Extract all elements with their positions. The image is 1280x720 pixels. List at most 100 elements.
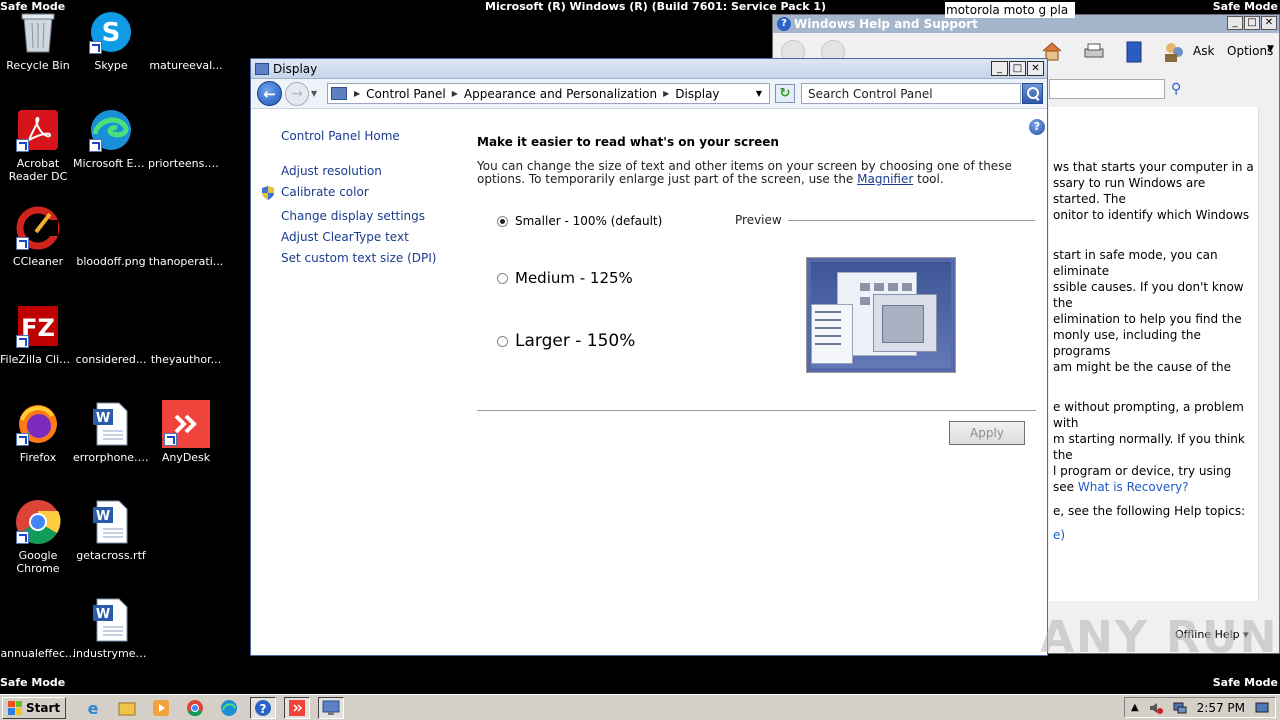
magnifier-link[interactable]: Magnifier [857, 172, 913, 186]
display-window-title: Display [273, 61, 318, 76]
help-icon[interactable]: ? [1029, 119, 1045, 135]
clock[interactable]: 2:57 PM [1197, 701, 1245, 715]
address-dropdown-icon[interactable]: ▼ [756, 89, 762, 98]
radio-button-selected[interactable] [497, 215, 508, 227]
search-icon[interactable]: ⚲ [1171, 81, 1181, 97]
breadcrumb-control-panel[interactable]: Control Panel [366, 87, 446, 101]
desktop-icon-acrobat[interactable]: Acrobat Reader DC [0, 106, 76, 183]
breadcrumb-chevron-icon[interactable]: ▶ [452, 89, 458, 98]
maximize-button[interactable]: □ [1244, 16, 1260, 30]
radio-medium[interactable]: Medium - 125% [497, 269, 633, 287]
desktop-icon-edge[interactable]: Microsoft Edge [73, 106, 149, 170]
close-button[interactable]: ✕ [1027, 61, 1044, 76]
printer-icon[interactable] [1083, 43, 1105, 61]
help-text-line: l program or device, try using [1053, 464, 1232, 478]
minimize-button[interactable]: _ [991, 61, 1008, 76]
help-text-line: ssary to run Windows are started. The [1053, 176, 1206, 206]
anydesk-icon [162, 400, 210, 448]
desktop-icon-anydesk[interactable]: AnyDesk [148, 400, 224, 464]
chrome-taskbar-icon[interactable] [182, 697, 208, 719]
display-taskbar-icon[interactable] [318, 696, 345, 719]
ie-taskbar-icon[interactable]: e [80, 697, 106, 719]
chevron-down-icon[interactable]: ▼ [1267, 44, 1274, 54]
media-player-taskbar-icon[interactable] [148, 697, 174, 719]
search-input[interactable]: Search Control Panel [801, 83, 1021, 104]
refresh-icon[interactable]: ↻ [775, 84, 795, 103]
maximize-button[interactable]: □ [1009, 61, 1026, 76]
desktop-icon-skype[interactable]: S Skype [73, 8, 149, 72]
blank-file-icon [87, 302, 135, 350]
help-search-input[interactable] [1049, 79, 1165, 99]
help-text-line: am might be the cause of the [1053, 360, 1232, 374]
calibrate-color-link[interactable]: Calibrate color [262, 185, 369, 200]
tray-expand-icon[interactable]: ▲ [1131, 702, 1139, 713]
start-button[interactable]: Start [2, 696, 67, 719]
radio-larger[interactable]: Larger - 150% [497, 331, 635, 351]
adjust-cleartype-link[interactable]: Adjust ClearType text [281, 230, 409, 244]
desktop-icon-thanoperati[interactable]: thanoperati... [148, 204, 224, 268]
desktop-icon-priorteens[interactable]: priorteens.png [148, 106, 224, 170]
desktop-icon-getacross[interactable]: W getacross.rtf [73, 498, 149, 562]
desktop-icon-considered[interactable]: considered... [73, 302, 149, 366]
edge-taskbar-icon[interactable] [216, 697, 242, 719]
ask-label[interactable]: Ask [1193, 44, 1214, 58]
radio-button[interactable] [497, 272, 508, 284]
desktop-icon-chrome[interactable]: Google Chrome [0, 498, 76, 575]
minimize-button[interactable]: _ [1227, 16, 1243, 30]
help-taskbar-icon[interactable]: ? [250, 696, 277, 719]
breadcrumb-chevron-icon[interactable]: ▶ [663, 89, 669, 98]
breadcrumb-appearance[interactable]: Appearance and Personalization [464, 87, 657, 101]
desktop-icon-annualeffec[interactable]: annualeffec... [0, 596, 76, 660]
display-window[interactable]: Display _ □ ✕ ← → ▼ ▶ Control Panel ▶ Ap… [250, 58, 1048, 656]
help-window-controls: _ □ ✕ [1227, 16, 1277, 30]
desktop-icon-bloodoff[interactable]: bloodoff.png [73, 204, 149, 268]
change-display-settings-link[interactable]: Change display settings [281, 209, 425, 223]
desktop-icon-filezilla[interactable]: FZ FileZilla Client [0, 302, 76, 366]
address-bar[interactable]: ▶ Control Panel ▶ Appearance and Persona… [327, 83, 770, 104]
desktop-icon-label: Microsoft Edge [73, 157, 149, 170]
desktop-icon-theyauthor[interactable]: theyauthor... [148, 302, 224, 366]
desktop-icon-label: CCleaner [12, 255, 64, 268]
help-text-line: onitor to identify which Windows [1053, 208, 1250, 222]
display-titlebar[interactable]: Display [251, 59, 1047, 79]
svg-text:e: e [88, 699, 99, 717]
desktop-icon-label: errorphone.rtf [73, 451, 149, 464]
apply-button[interactable]: Apply [949, 421, 1025, 445]
show-desktop-icon[interactable] [1255, 701, 1269, 715]
close-button[interactable]: ✕ [1261, 16, 1277, 30]
forward-button[interactable]: → [285, 81, 309, 106]
breadcrumb-display[interactable]: Display [675, 87, 719, 101]
adjust-resolution-link[interactable]: Adjust resolution [281, 164, 382, 178]
explorer-taskbar-icon[interactable] [114, 697, 140, 719]
desktop-icon-label: annualeffec... [0, 647, 76, 660]
network-icon[interactable] [1173, 701, 1187, 715]
ask-icon[interactable] [1163, 41, 1185, 63]
desktop-icon-errorphone[interactable]: W errorphone.rtf [73, 400, 149, 464]
anyrun-watermark-logo: ANY RUN [1040, 612, 1279, 663]
desktop-icon-industrymee[interactable]: W industrymee... [73, 596, 149, 660]
radio-label: Larger - 150% [515, 331, 636, 351]
desktop-icon-ccleaner[interactable]: CCleaner [0, 204, 76, 268]
browse-help-icon[interactable] [1125, 41, 1143, 63]
custom-text-size-link[interactable]: Set custom text size (DPI) [281, 251, 436, 265]
edge-icon [87, 106, 135, 154]
radio-button[interactable] [497, 335, 508, 347]
help-scrollbar[interactable] [1258, 107, 1275, 601]
desktop-icon-matureeval[interactable]: matureeval... [148, 8, 224, 72]
desktop-icon-label: theyauthor... [150, 353, 222, 366]
recent-pages-dropdown[interactable]: ▼ [311, 89, 317, 98]
speaker-muted-icon[interactable] [1149, 701, 1163, 715]
back-button[interactable]: ← [257, 81, 282, 106]
desktop-icon-recycle-bin[interactable]: Recycle Bin [0, 8, 76, 72]
control-panel-home-link[interactable]: Control Panel Home [281, 129, 400, 143]
svg-text:?: ? [260, 702, 267, 716]
search-icon[interactable] [1022, 83, 1043, 104]
desktop-icon-firefox[interactable]: Firefox [0, 400, 76, 464]
breadcrumb-chevron-icon[interactable]: ▶ [354, 89, 360, 98]
ccleaner-icon [14, 204, 62, 252]
desktop-icon-label: matureeval... [149, 59, 223, 72]
radio-smaller[interactable]: Smaller - 100% (default) [497, 214, 662, 228]
recovery-link[interactable]: What is Recovery? [1078, 480, 1189, 494]
anydesk-taskbar-icon[interactable] [284, 696, 311, 719]
help-topic-link[interactable]: e) [1053, 527, 1255, 543]
